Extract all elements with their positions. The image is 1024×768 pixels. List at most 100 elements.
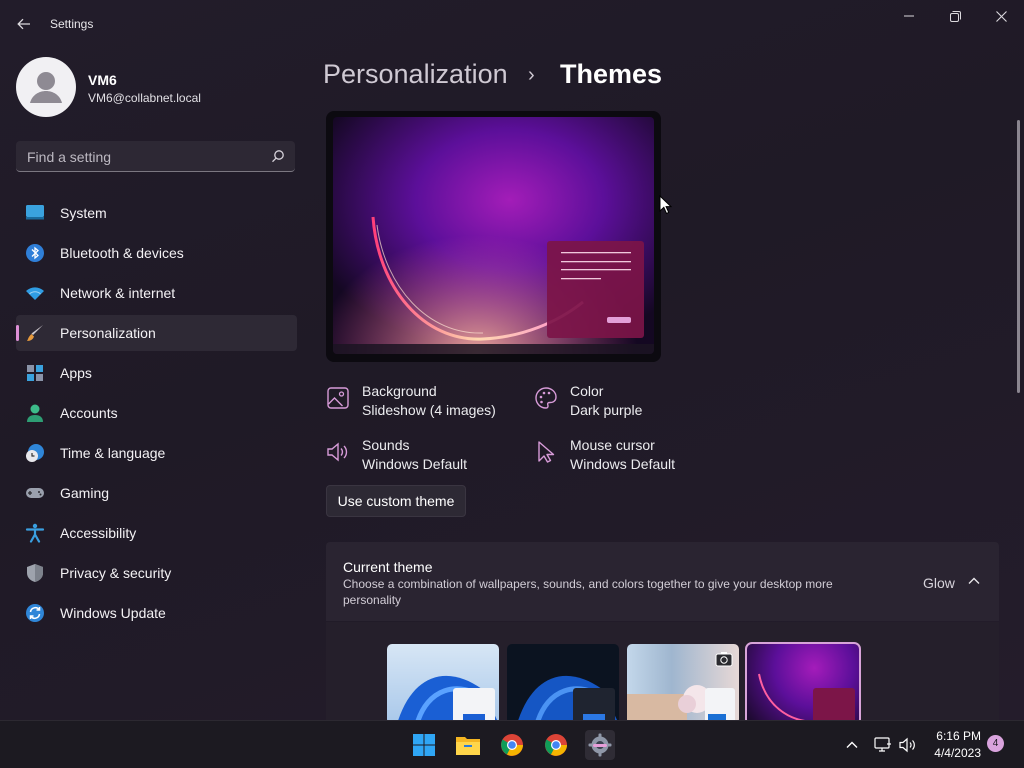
sidebar-item-apps[interactable]: Apps [16,355,297,391]
notification-badge[interactable]: 4 [987,735,1004,752]
sidebar-nav: System Bluetooth & devices Network & int… [16,195,297,635]
mouse-cursor-value: Windows Default [570,456,676,472]
camera-icon [715,652,733,667]
brush-icon [27,325,43,341]
cursor-icon [538,441,555,463]
close-button[interactable] [978,0,1024,32]
background-value: Slideshow (4 images) [362,402,496,418]
theme-preview [326,111,661,362]
theme-thumbnail-glow[interactable] [745,642,861,720]
chevron-up-icon[interactable] [843,736,861,754]
sidebar-item-privacy[interactable]: Privacy & security [16,555,297,591]
sidebar-item-windows-update[interactable]: Windows Update [16,595,297,631]
search-placeholder: Find a setting [27,149,112,165]
user-email: VM6@collabnet.local [88,91,201,105]
search-icon [272,150,284,163]
sounds-label: Sounds [362,437,410,453]
wifi-icon [26,287,44,300]
settings-window: Settings VM6 VM6@collabnet.local Find a … [0,0,1024,720]
palette-icon [535,387,557,409]
apps-icon [27,365,43,381]
chrome-button-2[interactable] [541,730,571,760]
use-custom-theme-button[interactable]: Use custom theme [326,485,466,517]
sidebar-item-label: Time & language [60,445,166,461]
back-button[interactable] [12,12,36,36]
color-label: Color [570,383,604,399]
start-button[interactable] [409,730,439,760]
mouse-pointer-icon [659,195,673,215]
color-value: Dark purple [570,402,643,418]
glow-image [758,673,855,720]
update-icon [26,604,44,622]
shield-icon [27,564,43,582]
sidebar-item-label: Network & internet [60,285,176,301]
theme-gallery [326,622,999,720]
page-title: Themes [560,59,663,89]
restore-icon [949,10,961,22]
breadcrumb-chevron-icon: › [528,64,535,86]
selection-indicator [16,325,19,341]
active-app-indicator [593,744,607,747]
sidebar-item-gaming[interactable]: Gaming [16,475,297,511]
sounds-setting[interactable]: Sounds Windows Default [326,437,516,477]
clock-time[interactable]: 6:16 PM [932,729,981,743]
current-theme-card[interactable]: Current theme Choose a combination of wa… [326,542,999,621]
current-theme-title: Current theme [343,559,433,575]
volume-icon[interactable] [899,736,917,754]
sidebar-item-label: Windows Update [60,605,166,621]
avatar[interactable] [16,57,76,117]
window-title: Settings [50,17,94,31]
bloom-dark-image [518,675,618,720]
sidebar-item-personalization[interactable]: Personalization [16,315,297,351]
theme-thumbnail-windows-dark[interactable] [507,644,619,720]
bloom-image [398,675,498,720]
theme-thumbnail-windows-light[interactable] [387,644,499,720]
network-icon[interactable] [874,736,892,754]
clock-date[interactable]: 4/4/2023 [926,746,981,760]
sidebar-item-accounts[interactable]: Accounts [16,395,297,431]
speaker-icon [327,442,348,462]
sidebar-item-label: Accessibility [60,525,137,541]
sidebar-item-system[interactable]: System [16,195,297,231]
background-setting[interactable]: Background Slideshow (4 images) [326,383,516,423]
person-icon [27,404,43,422]
restore-button[interactable] [932,0,978,32]
file-explorer-button[interactable] [453,730,483,760]
sidebar-item-label: Bluetooth & devices [60,245,184,261]
image-icon [327,387,349,409]
system-icon [26,205,44,220]
minimize-button[interactable] [886,0,932,32]
search-input[interactable]: Find a setting [16,141,295,172]
sidebar-item-label: System [60,205,107,221]
user-name: VM6 [88,72,117,88]
wallpaper-preview [333,117,654,354]
mouse-cursor-setting[interactable]: Mouse cursor Windows Default [534,437,684,477]
sidebar-item-label: Personalization [60,325,156,341]
breadcrumb-parent[interactable]: Personalization [323,59,508,90]
chrome-button[interactable] [497,730,527,760]
sidebar-item-bluetooth[interactable]: Bluetooth & devices [16,235,297,271]
clock-globe-icon [26,444,44,462]
gamepad-icon [26,488,44,498]
file-explorer-icon [456,737,480,755]
chrome-icon [501,734,523,756]
scrollbar[interactable] [1017,120,1020,393]
color-setting[interactable]: Color Dark purple [534,383,684,423]
theme-thumbnail-spotlight[interactable] [627,644,739,720]
back-arrow-icon [17,18,30,30]
title-bar: Settings [0,0,1024,48]
sidebar-item-accessibility[interactable]: Accessibility [16,515,297,551]
chevron-up-icon[interactable] [966,573,982,589]
current-theme-description: Choose a combination of wallpapers, soun… [343,577,833,607]
sidebar-item-label: Apps [60,365,92,381]
bluetooth-icon [26,244,44,262]
sidebar-item-label: Gaming [60,485,110,501]
window-mockup [547,241,644,338]
close-icon [995,10,1007,22]
sidebar-item-label: Privacy & security [60,565,172,581]
sidebar-item-time-language[interactable]: Time & language [16,435,297,471]
sidebar-item-network[interactable]: Network & internet [16,275,297,311]
minimize-icon [904,15,914,17]
windows-logo-icon [413,734,435,756]
taskbar: 6:16 PM 4/4/2023 [0,720,1024,768]
